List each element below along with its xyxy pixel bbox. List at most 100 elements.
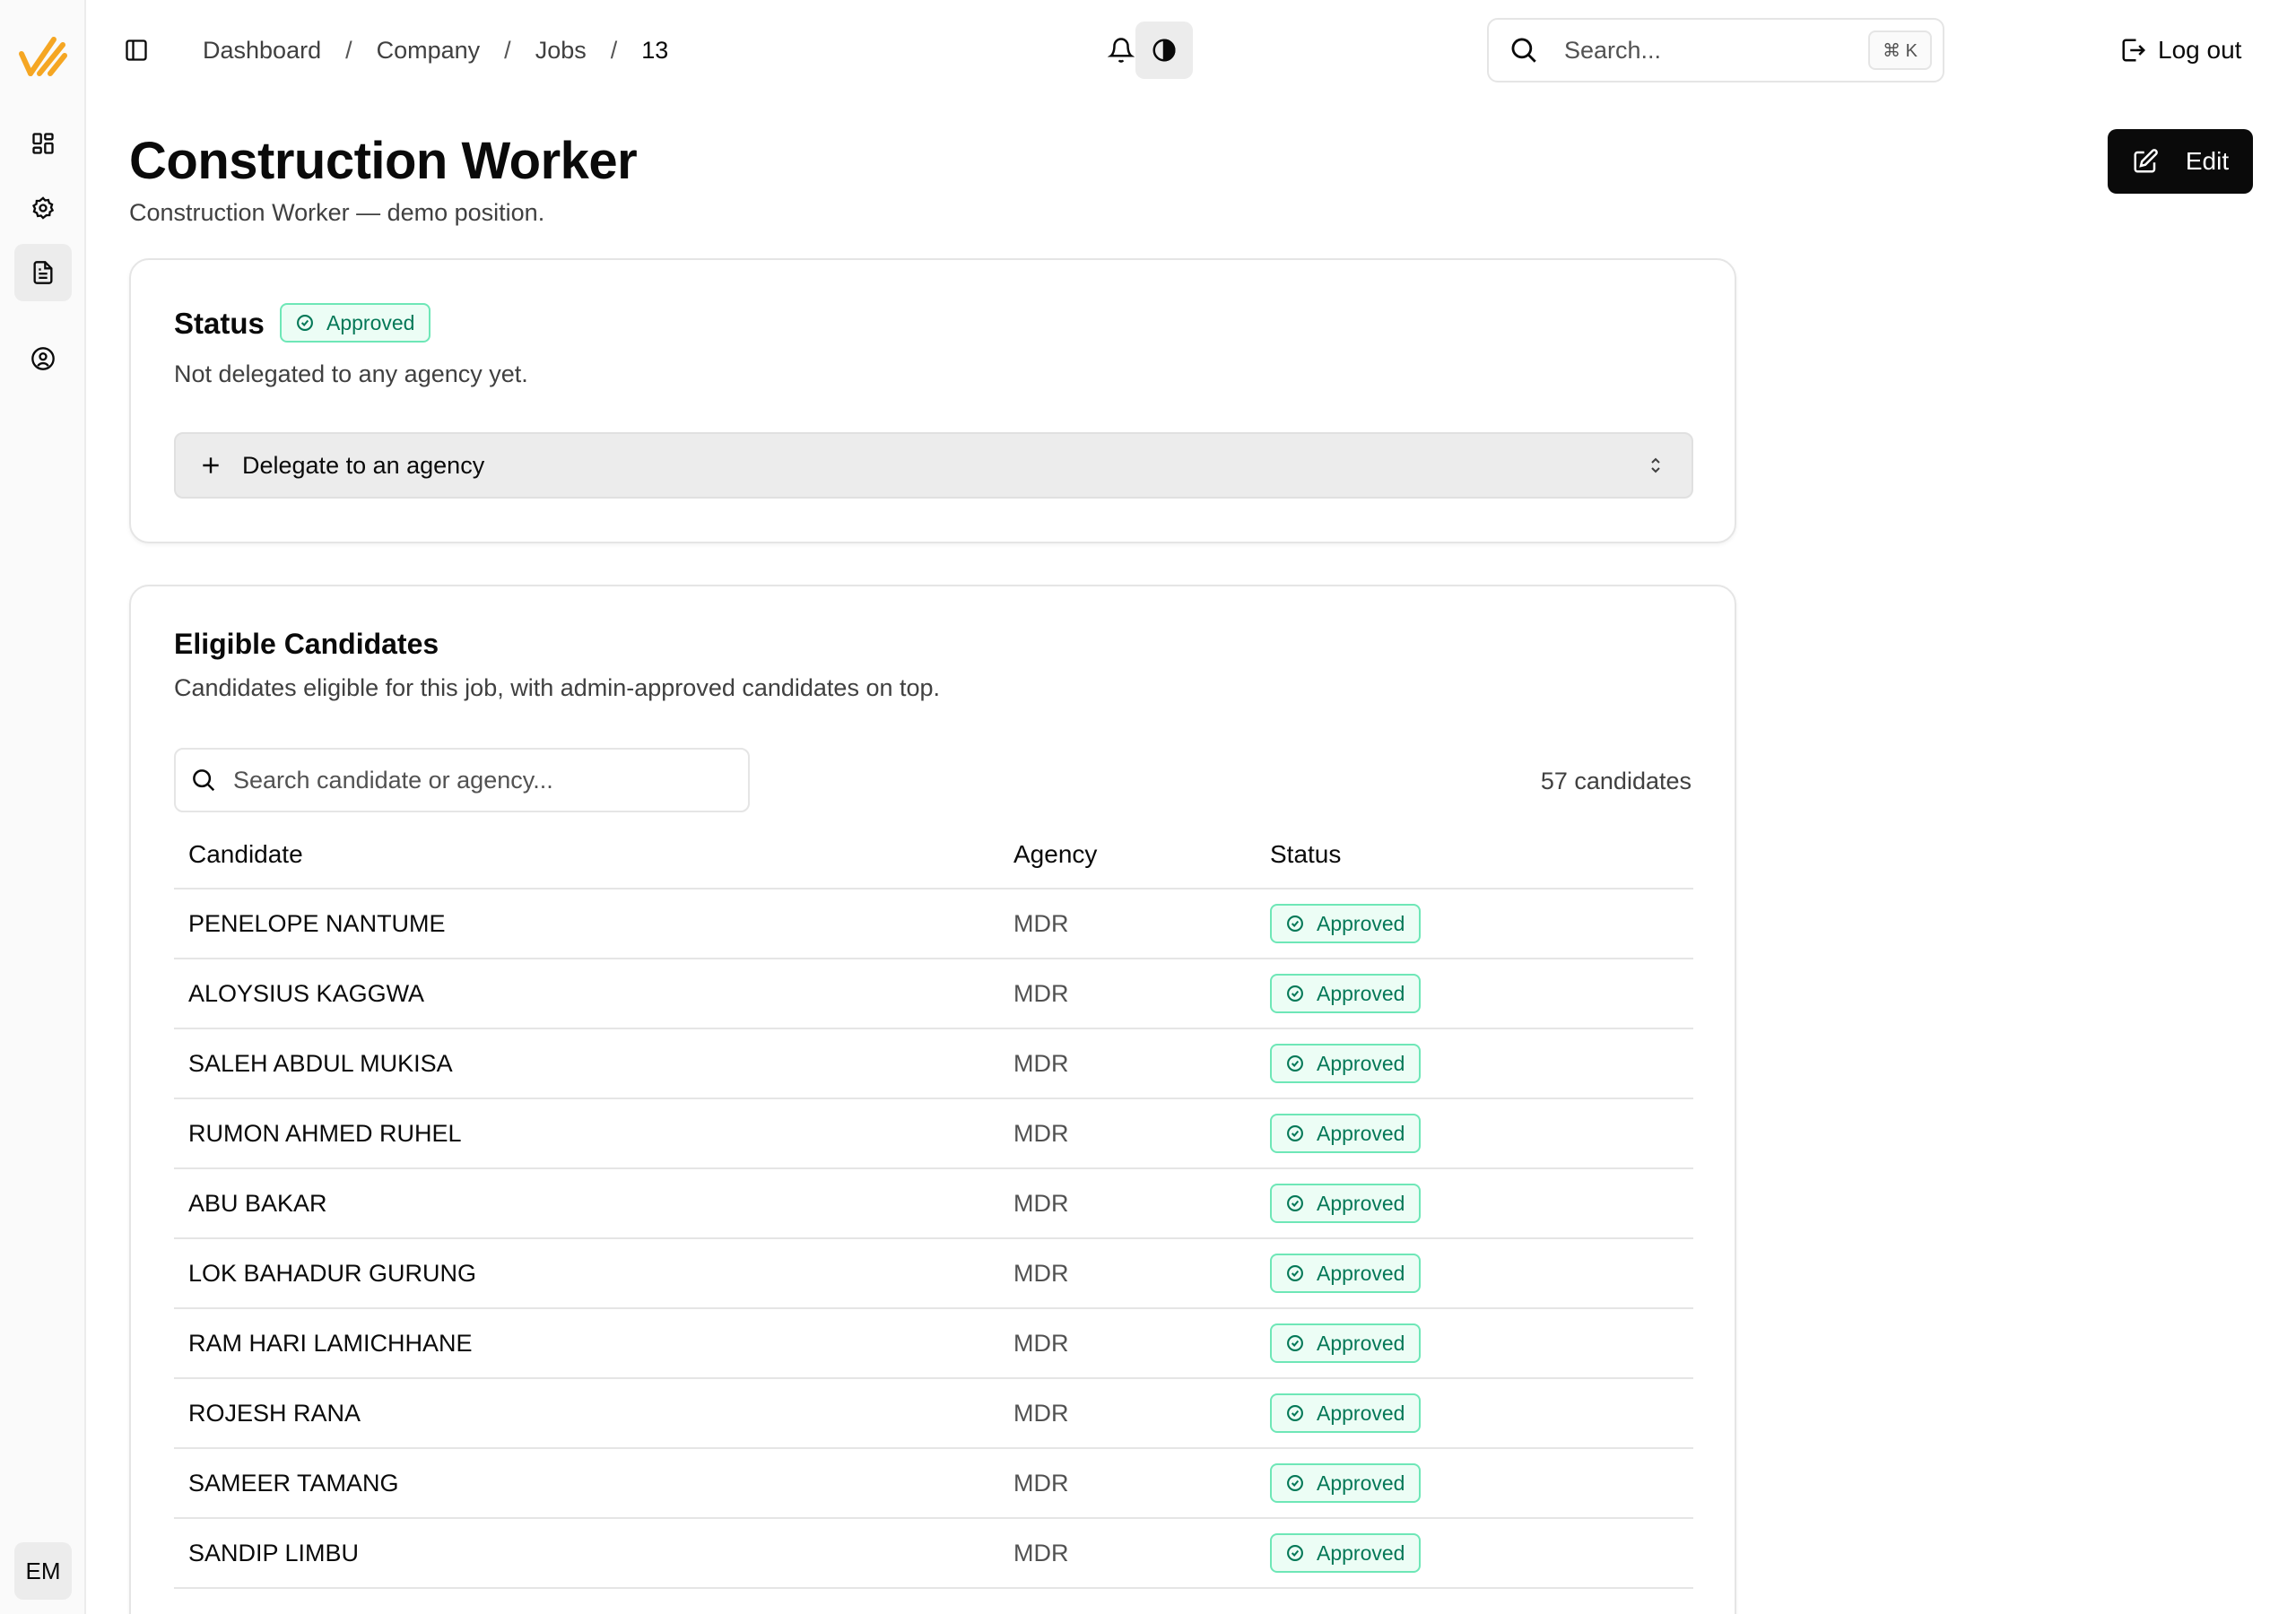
candidate-status-badge: Approved xyxy=(1270,1254,1422,1293)
logout-icon xyxy=(2122,39,2146,62)
sidebar-item-settings[interactable] xyxy=(14,179,72,237)
candidate-name: SANDIP LIMBU xyxy=(188,1539,360,1566)
candidate-agency: MDR xyxy=(1013,1539,1069,1566)
table-row[interactable]: ALOYSIUS KAGGWA MDR Approved xyxy=(174,959,1693,1029)
status-description: Not delegated to any agency yet. xyxy=(174,360,528,387)
candidate-status-label: Approved xyxy=(1317,1121,1405,1145)
breadcrumb-separator: / xyxy=(345,36,352,64)
search-icon xyxy=(1511,38,1536,63)
status-title: Status xyxy=(174,307,265,340)
breadcrumb-separator: / xyxy=(610,36,618,64)
candidate-name: RUMON AHMED RUHEL xyxy=(188,1119,462,1147)
gear-icon xyxy=(31,196,55,220)
check-circle-icon xyxy=(297,315,313,331)
shortcut-hint: ⌘ K xyxy=(1868,30,1932,70)
status-badge-label: Approved xyxy=(326,310,415,334)
logout-label: Log out xyxy=(2158,36,2242,64)
candidate-status-badge: Approved xyxy=(1270,974,1422,1013)
candidate-agency: MDR xyxy=(1013,1399,1069,1427)
candidate-agency: MDR xyxy=(1013,909,1069,937)
sidebar-item-dashboard[interactable] xyxy=(14,115,72,172)
breadcrumb-company[interactable]: Company xyxy=(377,37,481,65)
table-row[interactable]: ROJESH RANA MDR Approved xyxy=(174,1379,1693,1449)
breadcrumb-dashboard[interactable]: Dashboard xyxy=(203,37,321,65)
table-row[interactable]: LOK BAHADUR GURUNG MDR Approved xyxy=(174,1239,1693,1309)
brand-logo[interactable] xyxy=(18,32,68,79)
candidate-name: ABU BAKAR xyxy=(188,1189,327,1217)
sidebar-item-account[interactable] xyxy=(14,330,72,387)
dashboard-icon xyxy=(32,133,54,154)
candidate-status-badge: Approved xyxy=(1270,1463,1422,1503)
eligible-candidates-card: Eligible Candidates Candidates eligible … xyxy=(129,585,1736,1614)
document-icon xyxy=(33,261,53,284)
candidate-agency: MDR xyxy=(1013,1189,1069,1217)
candidate-name: SAMEER TAMANG xyxy=(188,1469,399,1497)
chevrons-up-down-icon xyxy=(1651,457,1660,473)
table-row[interactable]: ABU BAKAR MDR Approved xyxy=(174,1169,1693,1239)
candidate-name: SALEH ABDUL MUKISA xyxy=(188,1049,453,1077)
candidate-count: 57 candidates xyxy=(1540,768,1692,794)
table-row[interactable]: SAMEER TAMANG MDR Approved xyxy=(174,1449,1693,1519)
candidate-status-badge: Approved xyxy=(1270,1114,1422,1153)
table-row[interactable]: RUMON AHMED RUHEL MDR Approved xyxy=(174,1099,1693,1169)
candidate-status-label: Approved xyxy=(1317,1261,1405,1285)
delegate-label: Delegate to an agency xyxy=(242,451,485,479)
global-search[interactable]: Search... ⌘ K xyxy=(1487,18,1944,82)
candidate-agency: MDR xyxy=(1013,1119,1069,1147)
status-card: Status Approved Not delegated to any age… xyxy=(129,258,1736,543)
avatar[interactable]: EM xyxy=(14,1542,72,1600)
candidate-search-input[interactable]: Search candidate or agency... xyxy=(174,748,750,812)
candidate-agency: MDR xyxy=(1013,1469,1069,1497)
candidate-status-label: Approved xyxy=(1317,1191,1405,1215)
candidate-search-placeholder: Search candidate or agency... xyxy=(233,766,553,794)
sidebar: EM xyxy=(0,0,86,1614)
candidate-agency: MDR xyxy=(1013,979,1069,1007)
candidates-title: Eligible Candidates xyxy=(174,628,439,660)
search-icon xyxy=(193,769,215,792)
top-header: Dashboard / Company / Jobs / 13 Search..… xyxy=(86,0,2296,100)
column-header-agency: Agency xyxy=(1013,840,1098,868)
candidate-name: PENELOPE NANTUME xyxy=(188,909,446,937)
toggle-sidebar-button[interactable] xyxy=(118,32,154,68)
check-circle-icon xyxy=(1287,1545,1303,1561)
edit-label: Edit xyxy=(2185,147,2230,175)
candidate-agency: MDR xyxy=(1013,1329,1069,1357)
candidate-status-label: Approved xyxy=(1317,1331,1405,1355)
breadcrumb: Dashboard / Company / Jobs / 13 xyxy=(203,32,668,68)
candidate-status-badge: Approved xyxy=(1270,1184,1422,1223)
candidate-name: LOK BAHADUR GURUNG xyxy=(188,1259,477,1287)
table-row[interactable]: SALEH ABDUL MUKISA MDR Approved xyxy=(174,1029,1693,1099)
candidate-status-label: Approved xyxy=(1317,911,1405,935)
candidate-status-label: Approved xyxy=(1317,1471,1405,1495)
plus-icon xyxy=(203,457,219,473)
candidate-agency: MDR xyxy=(1013,1259,1069,1287)
check-circle-icon xyxy=(1287,985,1303,1002)
candidate-status-label: Approved xyxy=(1317,1401,1405,1425)
candidate-name: ALOYSIUS KAGGWA xyxy=(188,979,425,1007)
table-row[interactable]: PENELOPE NANTUME MDR Approved xyxy=(174,889,1693,959)
theme-toggle-button[interactable] xyxy=(1135,22,1193,79)
logout-button[interactable]: Log out xyxy=(2120,22,2241,79)
check-circle-icon xyxy=(1287,1475,1303,1491)
check-circle-icon xyxy=(1287,1405,1303,1421)
sidebar-item-jobs[interactable] xyxy=(14,244,72,301)
check-circle-icon xyxy=(1287,1335,1303,1351)
table-row[interactable]: RAM HARI LAMICHHANE MDR Approved xyxy=(174,1309,1693,1379)
table-row[interactable]: SANDIP LIMBU MDR Approved xyxy=(174,1519,1693,1589)
candidate-name: RAM HARI LAMICHHANE xyxy=(188,1329,473,1357)
breadcrumb-current: 13 xyxy=(641,36,669,64)
search-placeholder: Search... xyxy=(1564,36,1662,64)
column-header-candidate: Candidate xyxy=(188,840,303,868)
sidebar-toggle-icon xyxy=(126,39,147,61)
candidate-status-label: Approved xyxy=(1317,1540,1405,1565)
candidate-status-badge: Approved xyxy=(1270,1044,1422,1083)
edit-button[interactable]: Edit xyxy=(2108,129,2253,194)
page-title: Construction Worker xyxy=(129,132,638,190)
candidates-description: Candidates eligible for this job, with a… xyxy=(174,674,941,701)
candidates-table: Candidate Agency Status PENELOPE NANTUME… xyxy=(174,821,1693,1589)
column-header-status: Status xyxy=(1270,840,1342,868)
breadcrumb-jobs[interactable]: Jobs xyxy=(535,37,587,65)
delegate-agency-select[interactable]: Delegate to an agency xyxy=(174,432,1693,499)
user-circle-icon xyxy=(31,347,55,370)
check-circle-icon xyxy=(1287,1265,1303,1281)
